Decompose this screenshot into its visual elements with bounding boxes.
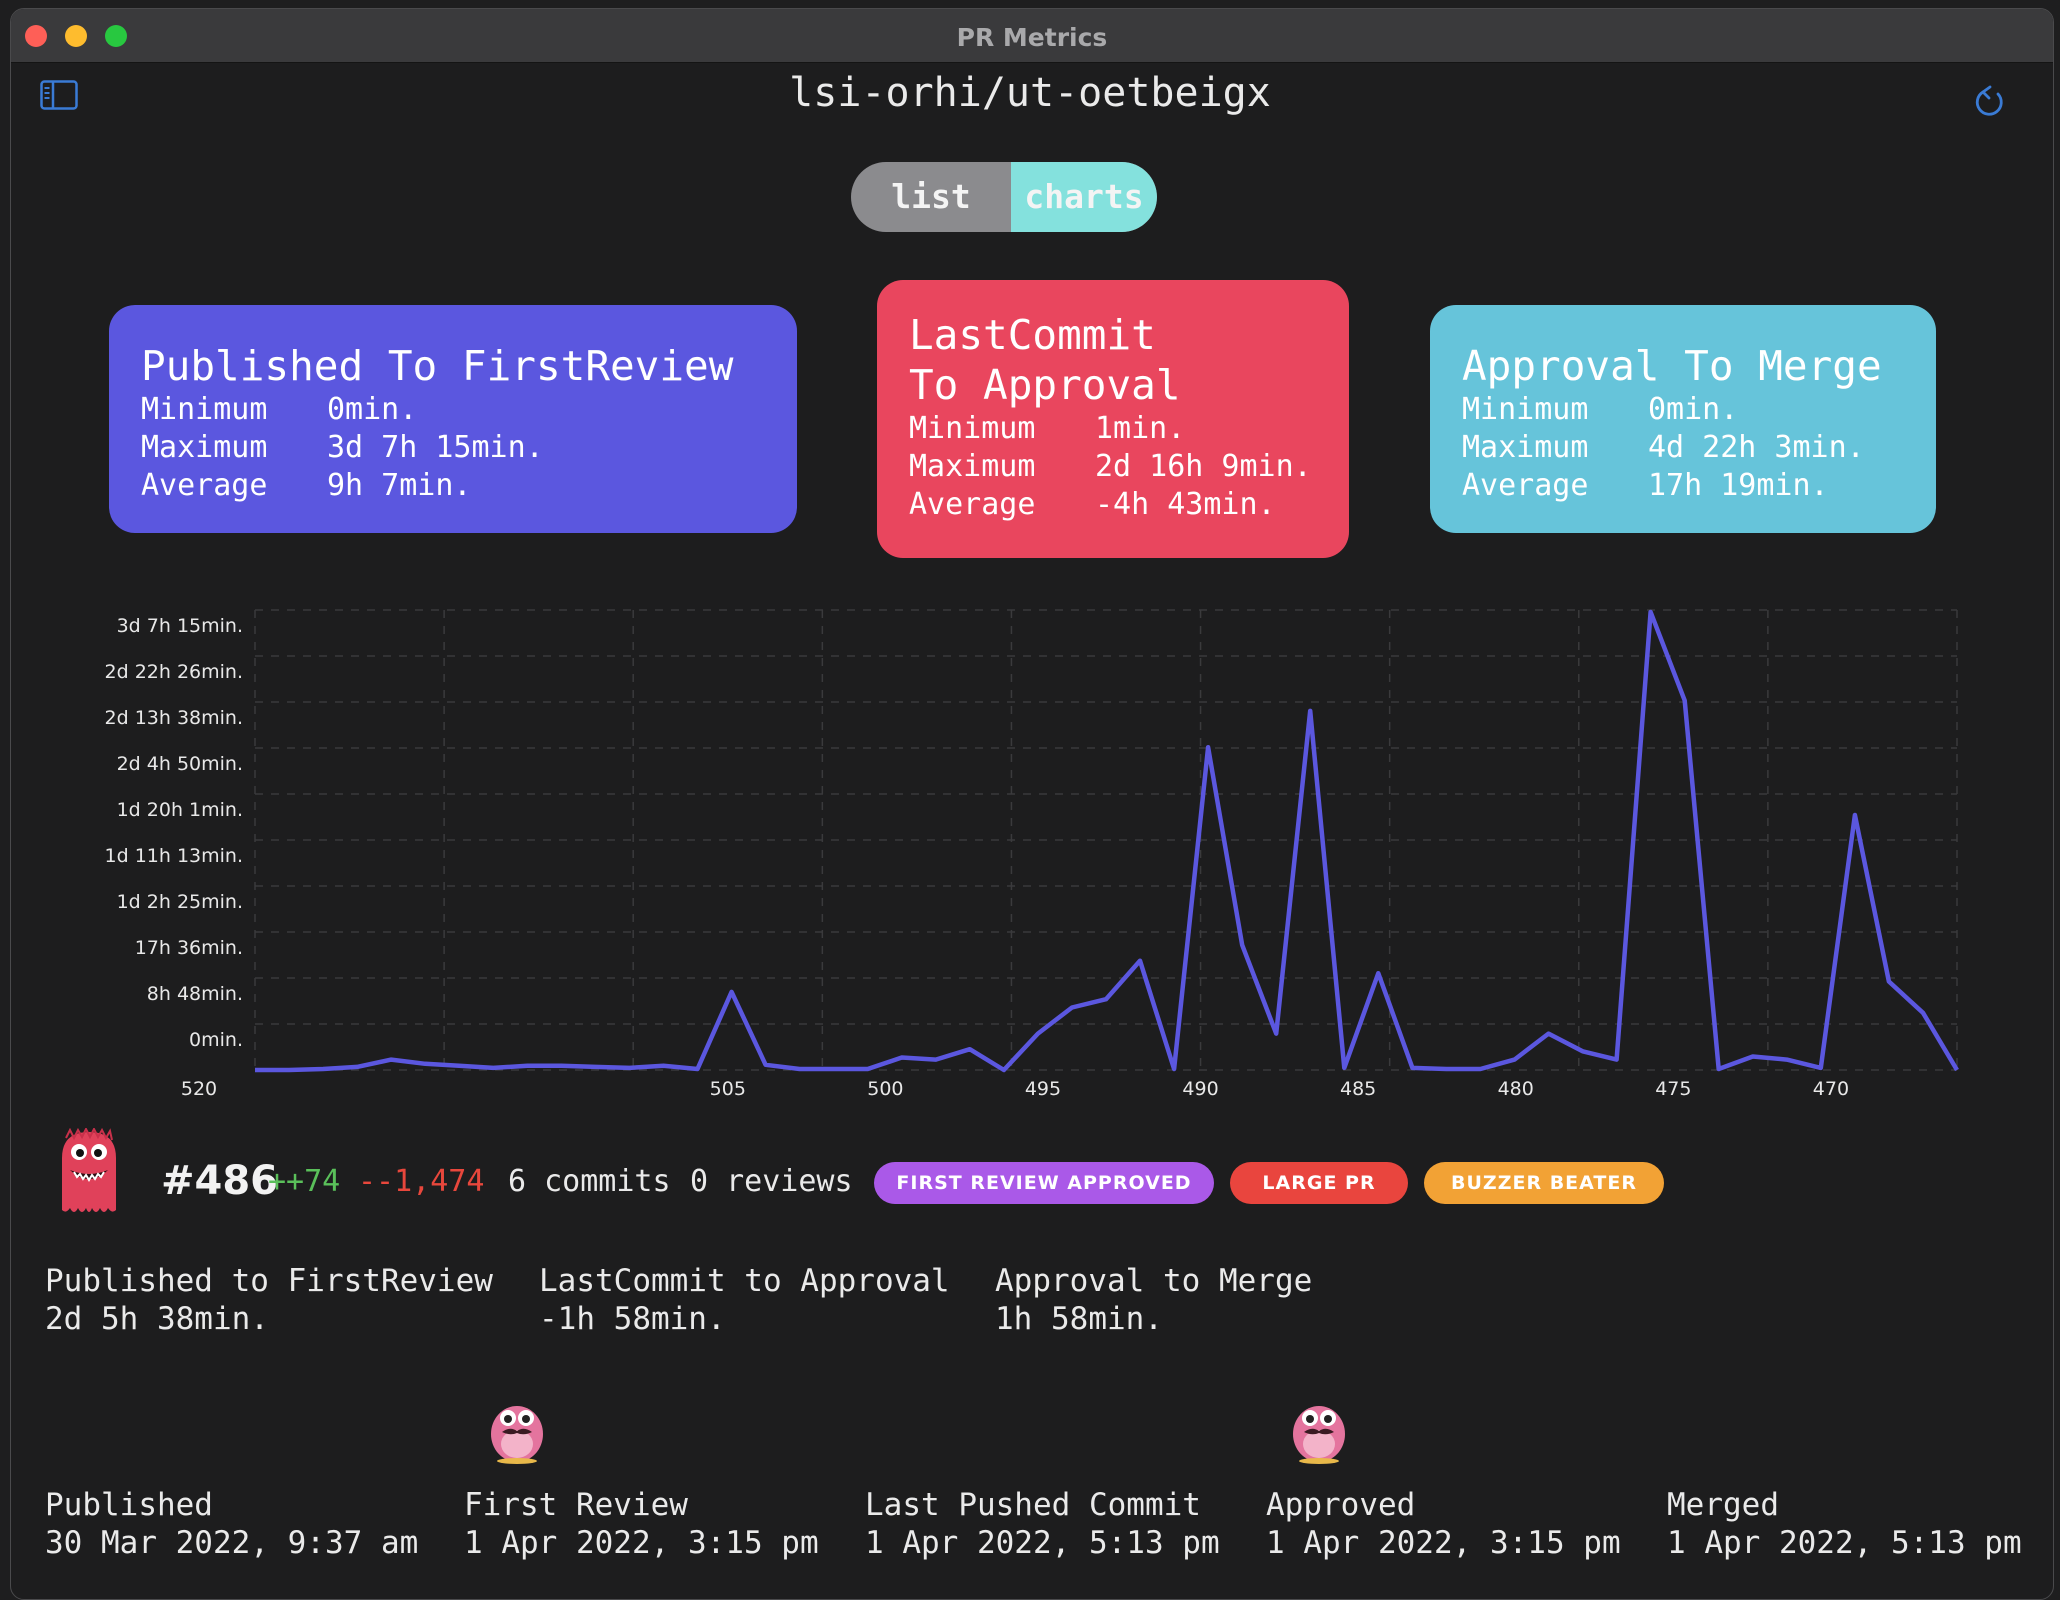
timeline-value: 30 Mar 2022, 9:37 am (45, 1525, 419, 1561)
x-tick-label: 490 (1182, 1078, 1218, 1100)
minimum-label: Minimum (141, 392, 268, 427)
metric-value: 2d 5h 38min. (45, 1301, 269, 1337)
maximum-value: 3d 7h 15min. (327, 430, 544, 465)
average-value: 17h 19min. (1648, 468, 1829, 503)
y-tick-label: 2d 4h 50min. (117, 753, 243, 775)
minimum-label: Minimum (1462, 392, 1589, 427)
y-tick-label: 3d 7h 15min. (117, 615, 243, 637)
title-bar: PR Metrics (11, 9, 2053, 63)
timeline-label: Approved (1266, 1487, 1416, 1523)
pr-commits: 6 commits (508, 1164, 671, 1199)
y-tick-label: 1d 20h 1min. (117, 799, 243, 821)
average-label: Average (909, 487, 1036, 522)
view-toggle: list charts (851, 162, 1157, 232)
published-to-first-review-card: Published To FirstReview Minimum 0min. Ma… (109, 305, 797, 533)
first-review-approved-badge[interactable]: FIRST REVIEW APPROVED (874, 1162, 1214, 1204)
timeline-value: 1 Apr 2022, 5:13 pm (1667, 1525, 2022, 1561)
timeline-published: Published 30 Mar 2022, 9:37 am (45, 1486, 418, 1562)
window-title: PR Metrics (956, 23, 1108, 52)
metric-label: Approval to Merge (995, 1263, 1313, 1299)
timeline-label: First Review (464, 1487, 688, 1523)
approval-to-merge-card: Approval To Merge Minimum 0min. Maximum 4d… (1430, 305, 1936, 533)
pr-additions: ++74 (268, 1164, 341, 1199)
minimum-value: 1min. (1095, 411, 1186, 446)
x-tick-label: 520 (181, 1078, 217, 1100)
maximum-value: 4d 22h 3min. (1648, 430, 1865, 465)
card-average-row: Average -4h 43min. (909, 486, 1349, 524)
y-tick-label: 17h 36min. (135, 937, 243, 959)
metric-value: -1h 58min. (539, 1301, 726, 1337)
card-average-row: Average 9h 7min. (141, 467, 797, 505)
timeline-value: 1 Apr 2022, 3:15 pm (1266, 1525, 1621, 1561)
minimum-label: Minimum (909, 411, 1036, 446)
metric-value: 1h 58min. (995, 1301, 1163, 1337)
y-tick-label: 8h 48min. (147, 983, 243, 1005)
x-tick-label: 505 (710, 1078, 746, 1100)
timeline-merged: Merged 1 Apr 2022, 5:13 pm (1667, 1486, 2022, 1562)
metric-label: Published to FirstReview (45, 1263, 493, 1299)
last-commit-to-approval-card: LastCommit To Approval Minimum 1min. Maxi… (877, 280, 1349, 558)
monster-avatar-icon (62, 1128, 116, 1212)
maximum-label: Maximum (1462, 430, 1589, 465)
average-label: Average (1462, 468, 1589, 503)
buzzer-beater-badge[interactable]: BUZZER BEATER (1424, 1162, 1664, 1204)
y-tick-label: 0min. (189, 1029, 243, 1051)
average-label: Average (141, 468, 268, 503)
y-tick-label: 2d 13h 38min. (105, 707, 244, 729)
metric-approval-to-merge: Approval to Merge 1h 58min. (995, 1262, 1312, 1338)
minimum-value: 0min. (327, 392, 418, 427)
y-tick-label: 2d 22h 26min. (105, 661, 244, 683)
x-tick-label: 475 (1655, 1078, 1691, 1100)
x-tick-label: 480 (1498, 1078, 1534, 1100)
card-minimum-row: Minimum 1min. (909, 410, 1349, 448)
card-minimum-row: Minimum 0min. (1462, 391, 1936, 429)
maximum-label: Maximum (909, 449, 1036, 484)
card-title: LastCommit To Approval (909, 311, 1181, 409)
timeline-label: Merged (1667, 1487, 1779, 1523)
card-title: Published To FirstReview (141, 342, 734, 390)
metric-label: LastCommit to Approval (539, 1263, 950, 1299)
card-maximum-row: Maximum 4d 22h 3min. (1462, 429, 1936, 467)
y-tick-label: 1d 2h 25min. (117, 891, 243, 913)
minimum-value: 0min. (1648, 392, 1739, 427)
card-title: Approval To Merge (1462, 342, 1882, 390)
timeline-value: 1 Apr 2022, 5:13 pm (865, 1525, 1220, 1561)
pr-number[interactable]: #486 (161, 1158, 278, 1204)
timeline-last-pushed-commit: Last Pushed Commit 1 Apr 2022, 5:13 pm (865, 1486, 1220, 1562)
card-maximum-row: Maximum 2d 16h 9min. (909, 448, 1349, 486)
reviewer-avatar-icon (491, 1406, 543, 1464)
y-tick-label: 1d 11h 13min. (105, 845, 244, 867)
pr-summary-row: #486 ++74 --1,474 6 commits 0 reviews FI… (56, 1128, 1756, 1228)
series-line (255, 609, 1959, 1073)
reviewer-avatar-icon (1293, 1406, 1345, 1464)
metric-published-to-first-review: Published to FirstReview 2d 5h 38min. (45, 1262, 493, 1338)
maximum-label: Maximum (141, 430, 268, 465)
card-average-row: Average 17h 19min. (1462, 467, 1936, 505)
x-tick-label: 495 (1025, 1078, 1061, 1100)
time-chart: 0min. 8h 48min. 17h 36min. 1d 2h 25min. 1d 1… (105, 609, 1959, 1100)
average-value: -4h 43min. (1095, 487, 1276, 522)
large-pr-badge[interactable]: LARGE PR (1230, 1162, 1408, 1204)
x-tick-label: 500 (867, 1078, 903, 1100)
list-tab[interactable]: list (851, 162, 1011, 232)
card-minimum-row: Minimum 0min. (141, 391, 797, 429)
timeline-label: Published (45, 1487, 213, 1523)
repo-title: lsi-orhi/ut-oetbeigx (789, 70, 1271, 116)
x-tick-label: 485 (1340, 1078, 1376, 1100)
metric-last-commit-to-approval: LastCommit to Approval -1h 58min. (539, 1262, 950, 1338)
average-value: 9h 7min. (327, 468, 472, 503)
x-tick-label: 470 (1813, 1078, 1849, 1100)
timeline-label: Last Pushed Commit (865, 1487, 1201, 1523)
timeline-value: 1 Apr 2022, 3:15 pm (464, 1525, 819, 1561)
card-maximum-row: Maximum 3d 7h 15min. (141, 429, 797, 467)
maximum-value: 2d 16h 9min. (1095, 449, 1312, 484)
pr-deletions: --1,474 (358, 1164, 485, 1199)
pr-reviews: 0 reviews (690, 1164, 853, 1199)
charts-tab[interactable]: charts (1011, 162, 1157, 232)
timeline-approved: Approved 1 Apr 2022, 3:15 pm (1266, 1486, 1621, 1562)
timeline-first-review: First Review 1 Apr 2022, 3:15 pm (464, 1486, 819, 1562)
